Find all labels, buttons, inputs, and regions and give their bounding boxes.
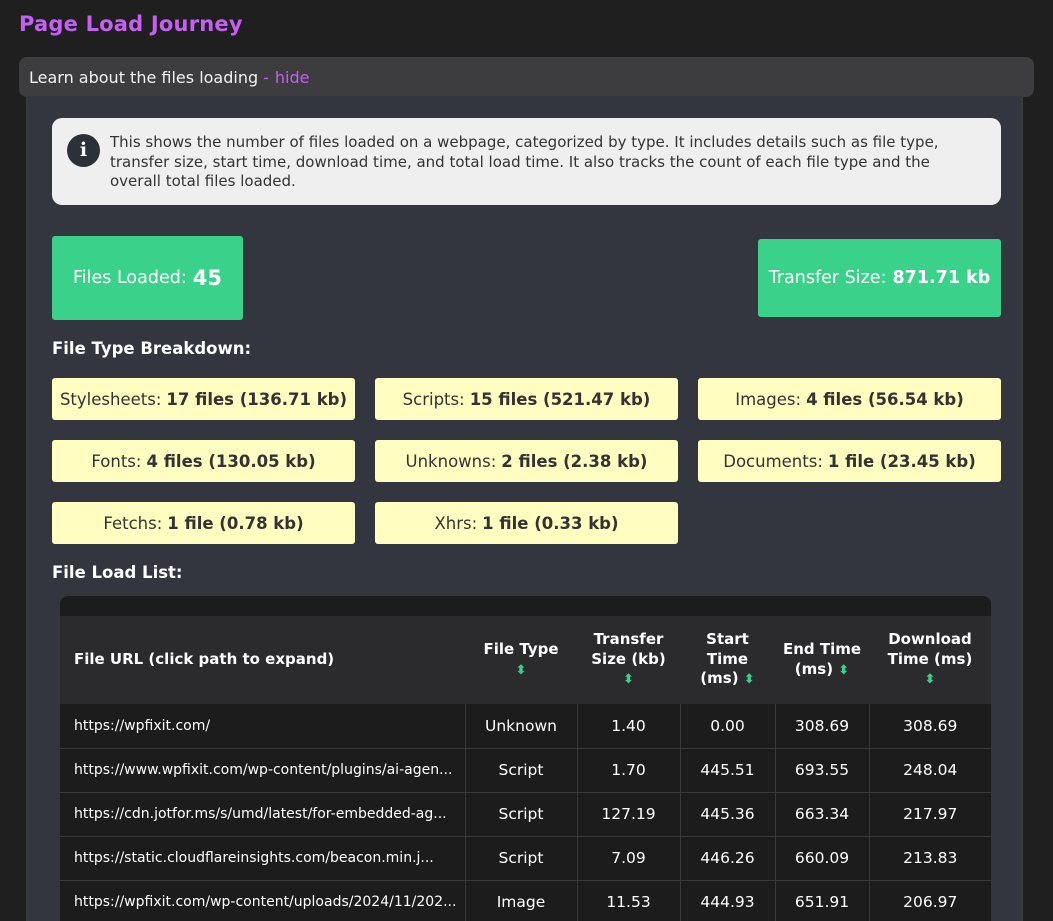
transfer-size-cell: 127.19 bbox=[577, 792, 681, 837]
info-box: i This shows the number of files loaded … bbox=[52, 118, 1001, 205]
hide-link[interactable]: hide bbox=[275, 68, 310, 87]
type-card-xhrs: Xhrs: 1 file (0.33 kb) bbox=[375, 502, 678, 544]
type-card-value: 17 files (136.71 kb) bbox=[166, 389, 348, 409]
table-row: https://cdn.jotfor.ms/s/umd/latest/for-e… bbox=[60, 792, 991, 837]
start-time-cell: 445.36 bbox=[680, 792, 776, 837]
end-time-cell: 660.09 bbox=[775, 836, 870, 881]
start-time-cell: 444.93 bbox=[680, 880, 776, 921]
type-card-value: 1 file (0.33 kb) bbox=[482, 513, 619, 533]
file-url-cell[interactable]: https://wpfixit.com/ bbox=[60, 704, 466, 749]
type-card-value: 4 files (130.05 kb) bbox=[146, 451, 316, 471]
column-header-size[interactable]: Transfer Size (kb) ⬍ bbox=[577, 616, 680, 704]
type-card-value: 15 files (521.47 kb) bbox=[469, 389, 651, 409]
end-time-cell: 663.34 bbox=[775, 792, 870, 837]
end-time-cell: 651.91 bbox=[775, 880, 870, 921]
table-row: https://static.cloudflareinsights.com/be… bbox=[60, 836, 991, 881]
info-text: This shows the number of files loaded on… bbox=[110, 133, 939, 190]
files-loaded-label: Files Loaded: bbox=[73, 268, 187, 288]
type-card-unknowns: Unknowns: 2 files (2.38 kb) bbox=[375, 440, 678, 482]
type-card-fetchs: Fetchs: 1 file (0.78 kb) bbox=[52, 502, 355, 544]
start-time-cell: 445.51 bbox=[680, 748, 776, 793]
type-card-label: Stylesheets: bbox=[59, 389, 162, 409]
file-url-cell[interactable]: https://cdn.jotfor.ms/s/umd/latest/for-e… bbox=[60, 792, 466, 837]
type-card-label: Fonts: bbox=[91, 451, 142, 471]
file-list-heading: File Load List: bbox=[52, 563, 183, 582]
transfer-size-cell: 7.09 bbox=[577, 836, 681, 881]
type-card-label: Images: bbox=[735, 389, 802, 409]
file-url-cell[interactable]: https://static.cloudflareinsights.com/be… bbox=[60, 836, 466, 881]
type-card-value: 1 file (0.78 kb) bbox=[167, 513, 304, 533]
table-header-row: File URL (click path to expand) File Typ… bbox=[60, 616, 991, 704]
download-time-cell: 213.83 bbox=[869, 836, 991, 881]
type-card-label: Xhrs: bbox=[434, 513, 478, 533]
type-card-label: Fetchs: bbox=[103, 513, 163, 533]
end-time-cell: 693.55 bbox=[775, 748, 870, 793]
file-url-cell[interactable]: https://www.wpfixit.com/wp-content/plugi… bbox=[60, 748, 466, 793]
type-card-label: Scripts: bbox=[402, 389, 465, 409]
end-time-cell: 308.69 bbox=[775, 704, 870, 749]
transfer-size-label: Transfer Size: bbox=[768, 268, 887, 288]
download-time-cell: 217.97 bbox=[869, 792, 991, 837]
type-card-scripts: Scripts: 15 files (521.47 kb) bbox=[375, 378, 678, 420]
learn-toggle-bar[interactable]: Learn about the files loading - hide bbox=[19, 57, 1034, 97]
type-card-images: Images: 4 files (56.54 kb) bbox=[698, 378, 1001, 420]
sort-arrows-icon[interactable]: ⬍ bbox=[838, 661, 849, 681]
type-card-value: 1 file (23.45 kb) bbox=[827, 451, 976, 471]
column-header-type[interactable]: File Type ⬍ bbox=[465, 616, 577, 704]
table-row: https://www.wpfixit.com/wp-content/plugi… bbox=[60, 748, 991, 793]
start-time-cell: 446.26 bbox=[680, 836, 776, 881]
column-header-download[interactable]: Download Time (ms) ⬍ bbox=[869, 616, 991, 704]
files-loaded-value: 45 bbox=[192, 266, 222, 290]
sort-arrows-icon[interactable]: ⬍ bbox=[925, 670, 936, 690]
transfer-size-cell: 11.53 bbox=[577, 880, 681, 921]
transfer-size-stat: Transfer Size: 871.71 kb bbox=[758, 239, 1001, 317]
file-url-cell[interactable]: https://wpfixit.com/wp-content/uploads/2… bbox=[60, 880, 466, 921]
download-time-cell: 248.04 bbox=[869, 748, 991, 793]
column-header-start[interactable]: Start Time (ms) ⬍ bbox=[680, 616, 775, 704]
type-card-value: 4 files (56.54 kb) bbox=[806, 389, 964, 409]
file-type-cell: Script bbox=[465, 836, 578, 881]
file-type-cell: Unknown bbox=[465, 704, 578, 749]
transfer-size-cell: 1.40 bbox=[577, 704, 681, 749]
sort-arrows-icon[interactable]: ⬍ bbox=[744, 670, 755, 690]
type-card-stylesheets: Stylesheets: 17 files (136.71 kb) bbox=[52, 378, 355, 420]
file-type-cell: Script bbox=[465, 748, 578, 793]
file-type-cell: Script bbox=[465, 792, 578, 837]
type-card-value: 2 files (2.38 kb) bbox=[501, 451, 648, 471]
start-time-cell: 0.00 bbox=[680, 704, 776, 749]
transfer-size-value: 871.71 kb bbox=[892, 268, 991, 288]
learn-bar-separator: - bbox=[263, 67, 269, 87]
column-header-end[interactable]: End Time (ms) ⬍ bbox=[775, 616, 869, 704]
type-card-label: Documents: bbox=[723, 451, 823, 471]
file-load-table: File URL (click path to expand) File Typ… bbox=[60, 596, 991, 921]
table-row: https://wpfixit.com/ Unknown 1.40 0.00 3… bbox=[60, 704, 991, 749]
download-time-cell: 308.69 bbox=[869, 704, 991, 749]
page-title: Page Load Journey bbox=[19, 12, 243, 36]
type-card-documents: Documents: 1 file (23.45 kb) bbox=[698, 440, 1001, 482]
file-type-cell: Image bbox=[465, 880, 578, 921]
info-icon: i bbox=[67, 134, 100, 167]
learn-bar-text: Learn about the files loading bbox=[29, 67, 259, 87]
transfer-size-cell: 1.70 bbox=[577, 748, 681, 793]
table-row: https://wpfixit.com/wp-content/uploads/2… bbox=[60, 880, 991, 921]
breakdown-heading: File Type Breakdown: bbox=[52, 339, 252, 358]
sort-arrows-icon[interactable]: ⬍ bbox=[623, 670, 634, 690]
sort-arrows-icon[interactable]: ⬍ bbox=[516, 661, 527, 681]
download-time-cell: 206.97 bbox=[869, 880, 991, 921]
type-card-label: Unknowns: bbox=[405, 451, 497, 471]
files-loaded-stat: Files Loaded: 45 bbox=[52, 236, 243, 320]
column-header-url: File URL (click path to expand) bbox=[60, 616, 465, 704]
type-card-fonts: Fonts: 4 files (130.05 kb) bbox=[52, 440, 355, 482]
